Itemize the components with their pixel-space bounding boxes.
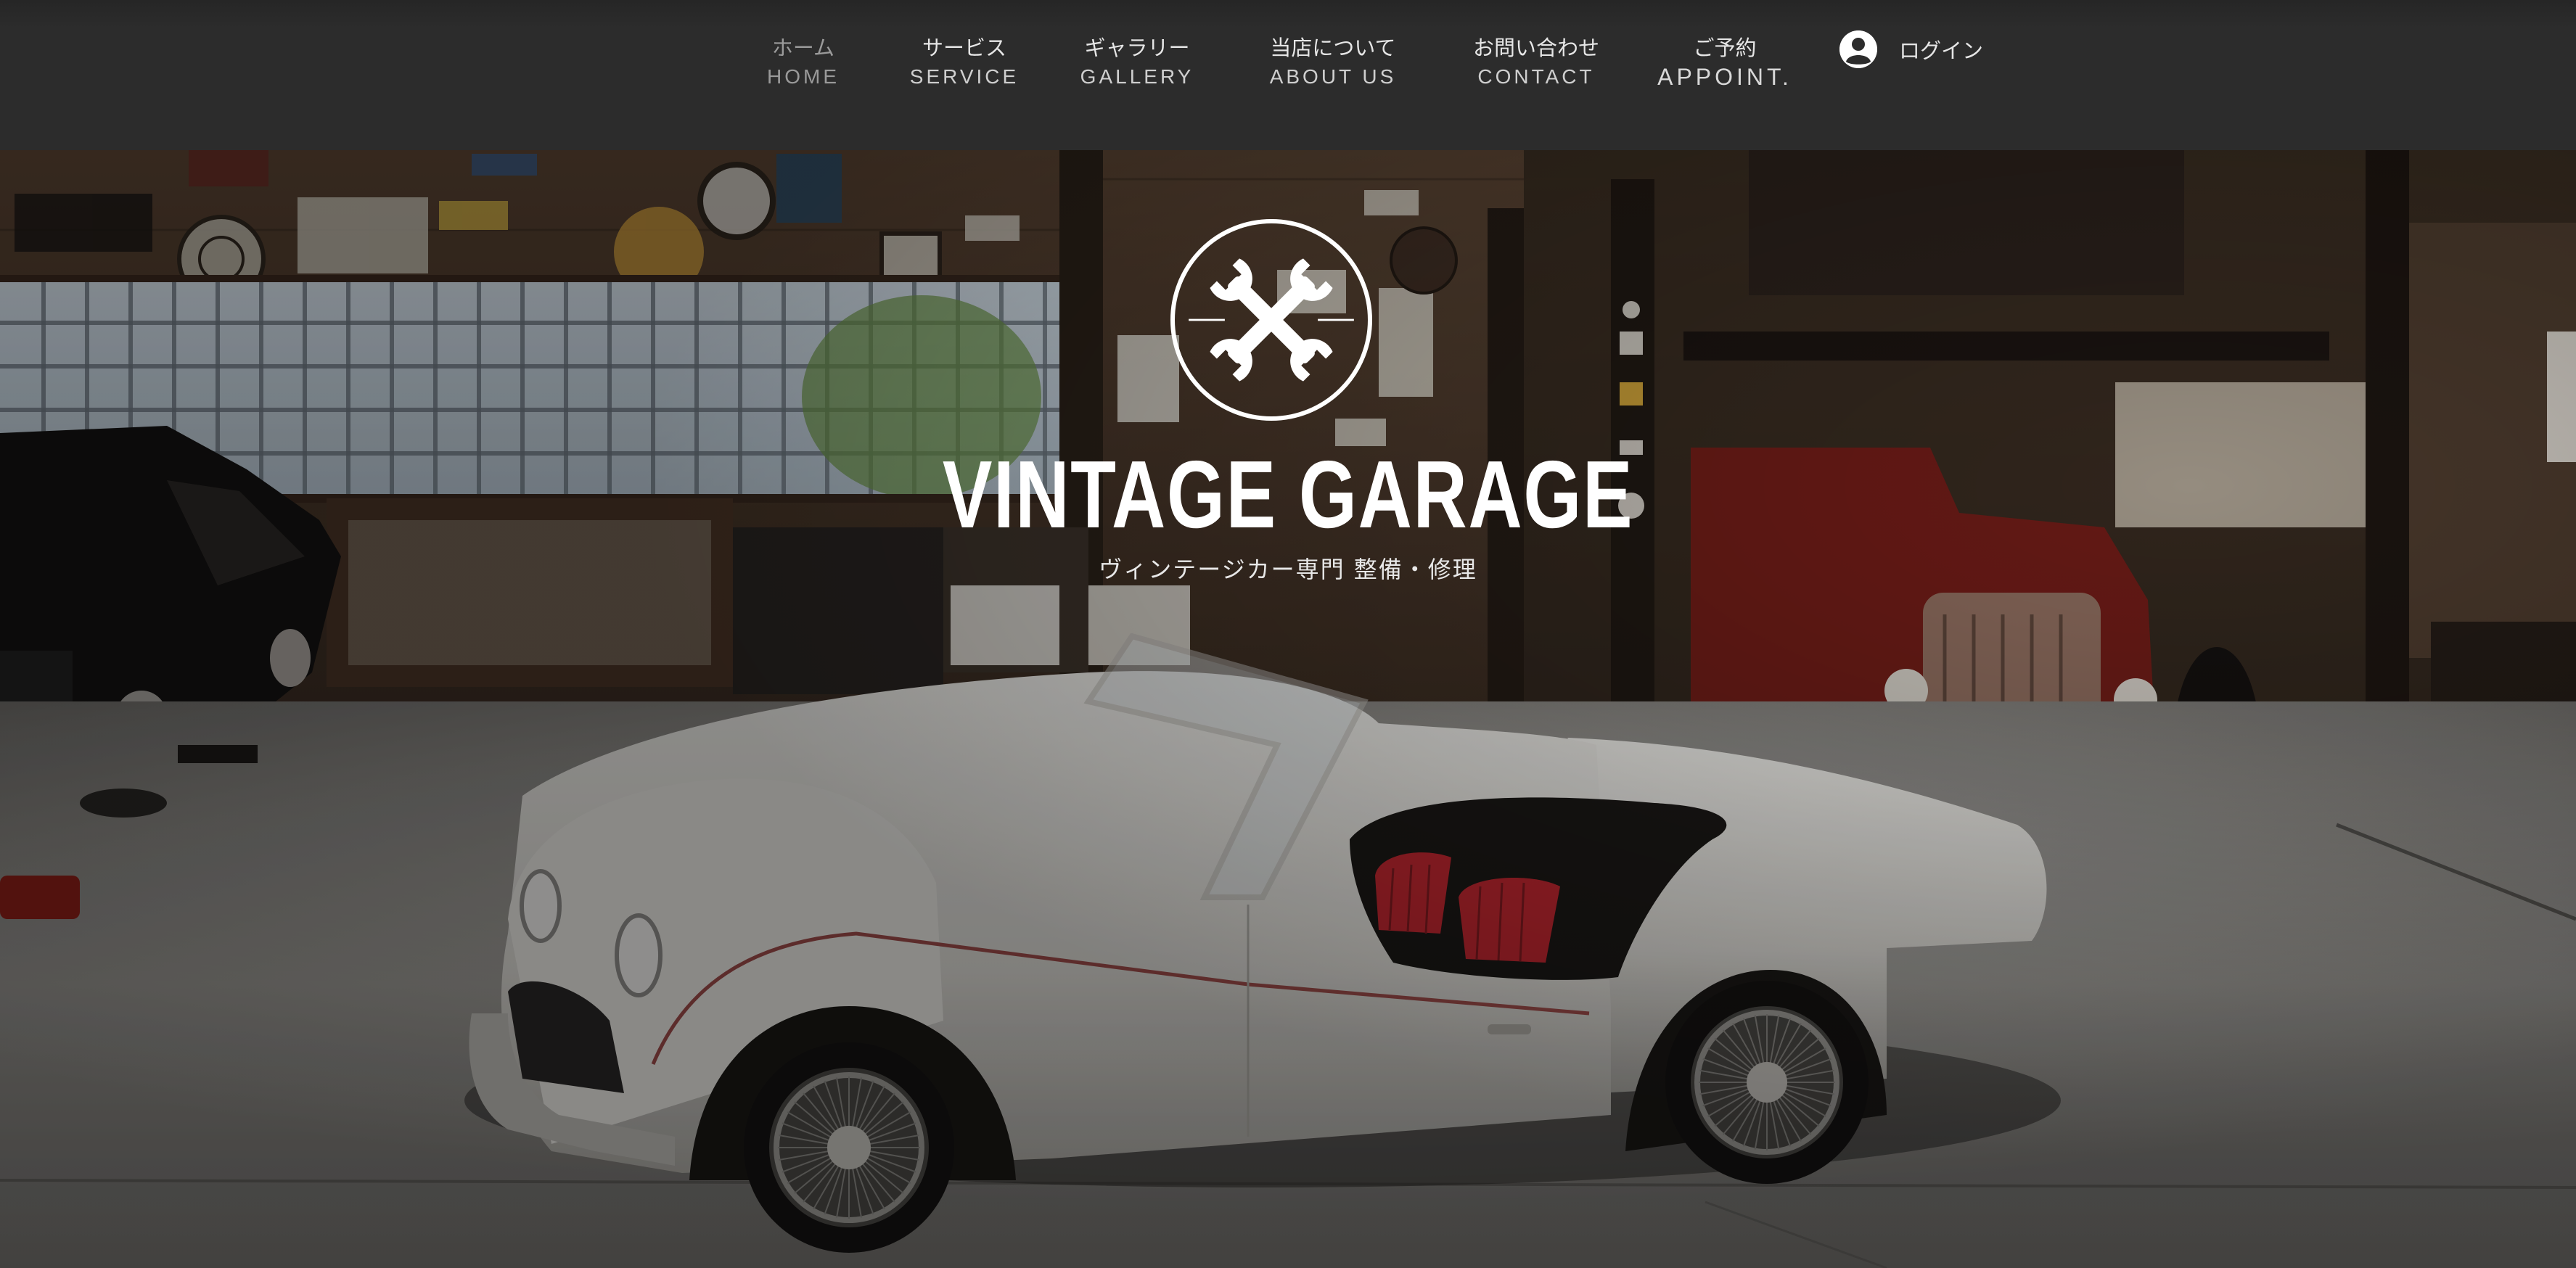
nav-service-jp: サービス: [922, 36, 1007, 60]
nav-service-en: SERVICE: [909, 65, 1020, 88]
nav-item-contact[interactable]: お問い合わせ CONTACT: [1473, 33, 1599, 91]
nav-about-jp: 当店について: [1270, 36, 1396, 60]
crossed-wrenches-icon: [1170, 219, 1372, 421]
nav-appointment-jp: ご予約: [1693, 36, 1757, 60]
nav-item-appointment[interactable]: ご予約 APPOINT.: [1657, 33, 1792, 91]
brand-title: VINTAGE GARAGE: [942, 441, 1634, 548]
user-avatar-icon: [1839, 30, 1877, 68]
site-header: ホーム HOME サービス SERVICE ギャラリー GALLERY 当店につ…: [0, 0, 2576, 150]
hero-section: VINTAGE GARAGE ヴィンテージカー専門 整備・修理: [0, 150, 2576, 1268]
login-button[interactable]: ログイン: [1839, 29, 1983, 70]
login-label: ログイン: [1899, 38, 1984, 63]
nav-item-service[interactable]: サービス SERVICE: [910, 33, 1019, 91]
nav-item-home[interactable]: ホーム HOME: [767, 33, 840, 91]
nav-gallery-jp: ギャラリー: [1084, 36, 1190, 60]
nav-gallery-en: GALLERY: [1080, 65, 1194, 88]
nav-home-en: HOME: [767, 65, 840, 88]
nav-contact-en: CONTACT: [1477, 65, 1595, 88]
nav-contact-jp: お問い合わせ: [1472, 36, 1600, 60]
nav-home-jp: ホーム: [771, 36, 835, 60]
nav-item-gallery[interactable]: ギャラリー GALLERY: [1080, 33, 1194, 91]
brand-subtitle: ヴィンテージカー専門 整備・修理: [1099, 556, 1477, 583]
nav-item-about[interactable]: 当店について ABOUT US: [1270, 33, 1397, 91]
nav-appointment-en: APPOINT.: [1657, 64, 1792, 90]
main-nav: ホーム HOME サービス SERVICE ギャラリー GALLERY 当店につ…: [0, 0, 2576, 150]
nav-about-en: ABOUT US: [1269, 65, 1397, 88]
